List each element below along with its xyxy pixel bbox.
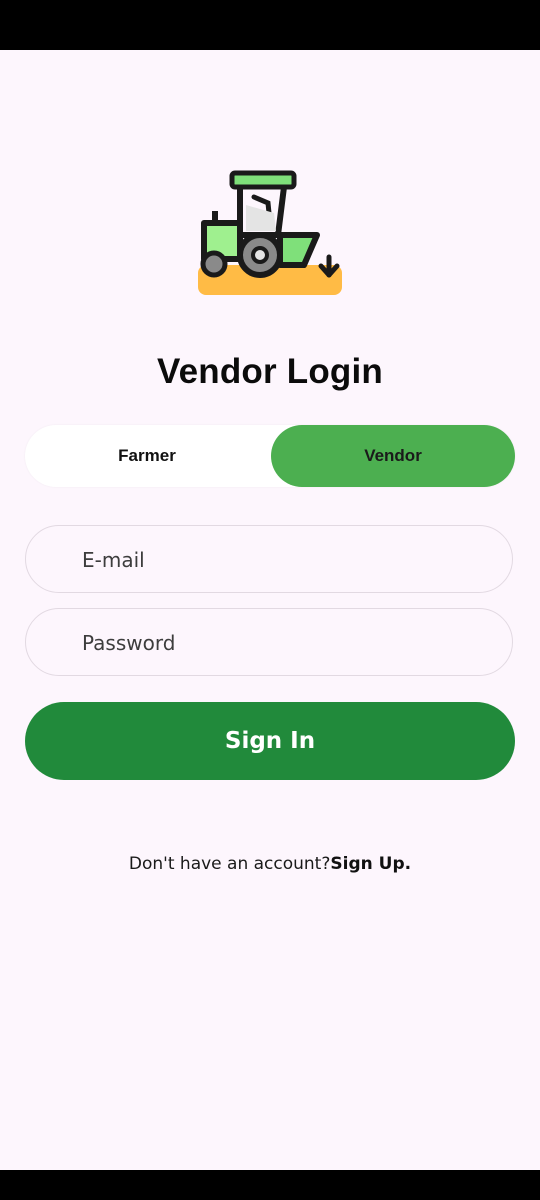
email-field[interactable] [80, 526, 484, 594]
signup-prompt-row: Don't have an account?Sign Up. [0, 854, 540, 874]
tractor-logo [190, 165, 350, 305]
page-title: Vendor Login [156, 352, 383, 391]
status-bar [0, 0, 540, 50]
role-option-vendor[interactable]: Vendor [271, 425, 515, 487]
password-field[interactable] [80, 609, 484, 677]
sign-up-link[interactable]: Sign Up. [330, 854, 411, 874]
tractor-icon [198, 170, 342, 295]
sign-in-button[interactable]: Sign In [25, 702, 515, 780]
role-option-farmer[interactable]: Farmer [25, 425, 269, 487]
signup-prompt: Don't have an account? [128, 854, 331, 874]
email-field-container [25, 525, 513, 594]
password-field-container [25, 608, 513, 677]
navigation-bar [0, 1170, 540, 1200]
role-toggle: Farmer Vendor [25, 425, 515, 487]
